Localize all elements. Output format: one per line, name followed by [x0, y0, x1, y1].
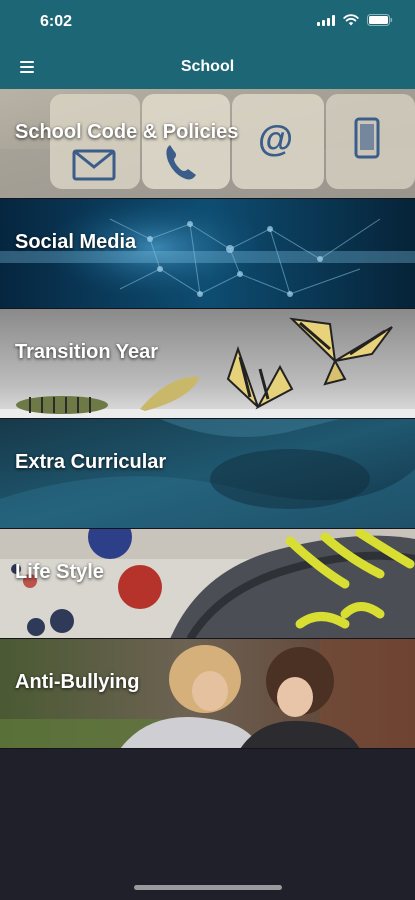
tile-label: Social Media: [15, 231, 137, 253]
tile-label: Life Style: [15, 561, 104, 583]
tile-label: Anti-Bullying: [15, 671, 140, 693]
signal-icon: [317, 14, 335, 26]
at-sign-icon: @: [258, 118, 293, 159]
tile-label: Extra Curricular: [15, 451, 167, 473]
status-bar: 6:02: [0, 0, 415, 44]
tile-social-media[interactable]: Social Media: [0, 199, 415, 309]
battery-icon: [367, 14, 393, 26]
tile-label: School Code & Policies: [15, 121, 239, 143]
page-title: School: [180, 58, 235, 75]
tile-background-people: [0, 639, 415, 748]
tile-background-dice: @: [0, 89, 415, 198]
tile-label: Transition Year: [15, 341, 159, 363]
tile-background-network: [0, 199, 415, 308]
tile-life-style[interactable]: Life Style: [0, 529, 415, 639]
caterpillar-icon: [16, 396, 108, 414]
tile-background-sports: [0, 419, 415, 528]
status-icons: [317, 14, 393, 26]
tile-anti-bullying[interactable]: Anti-Bullying: [0, 639, 415, 749]
tile-extra-curricular[interactable]: Extra Curricular: [0, 419, 415, 529]
tile-background-butterflies: [0, 309, 415, 418]
wifi-icon: [343, 14, 359, 26]
tile-background-fruit-sneaker: [0, 529, 415, 638]
nav-bar: School: [0, 44, 415, 89]
tile-transition-year[interactable]: Transition Year: [0, 309, 415, 419]
category-list: @ School Code & Policies Social Media Tr…: [0, 89, 415, 749]
status-time: 6:02: [40, 13, 73, 30]
tile-school-code-policies[interactable]: @ School Code & Policies: [0, 89, 415, 199]
home-indicator[interactable]: [134, 885, 282, 890]
